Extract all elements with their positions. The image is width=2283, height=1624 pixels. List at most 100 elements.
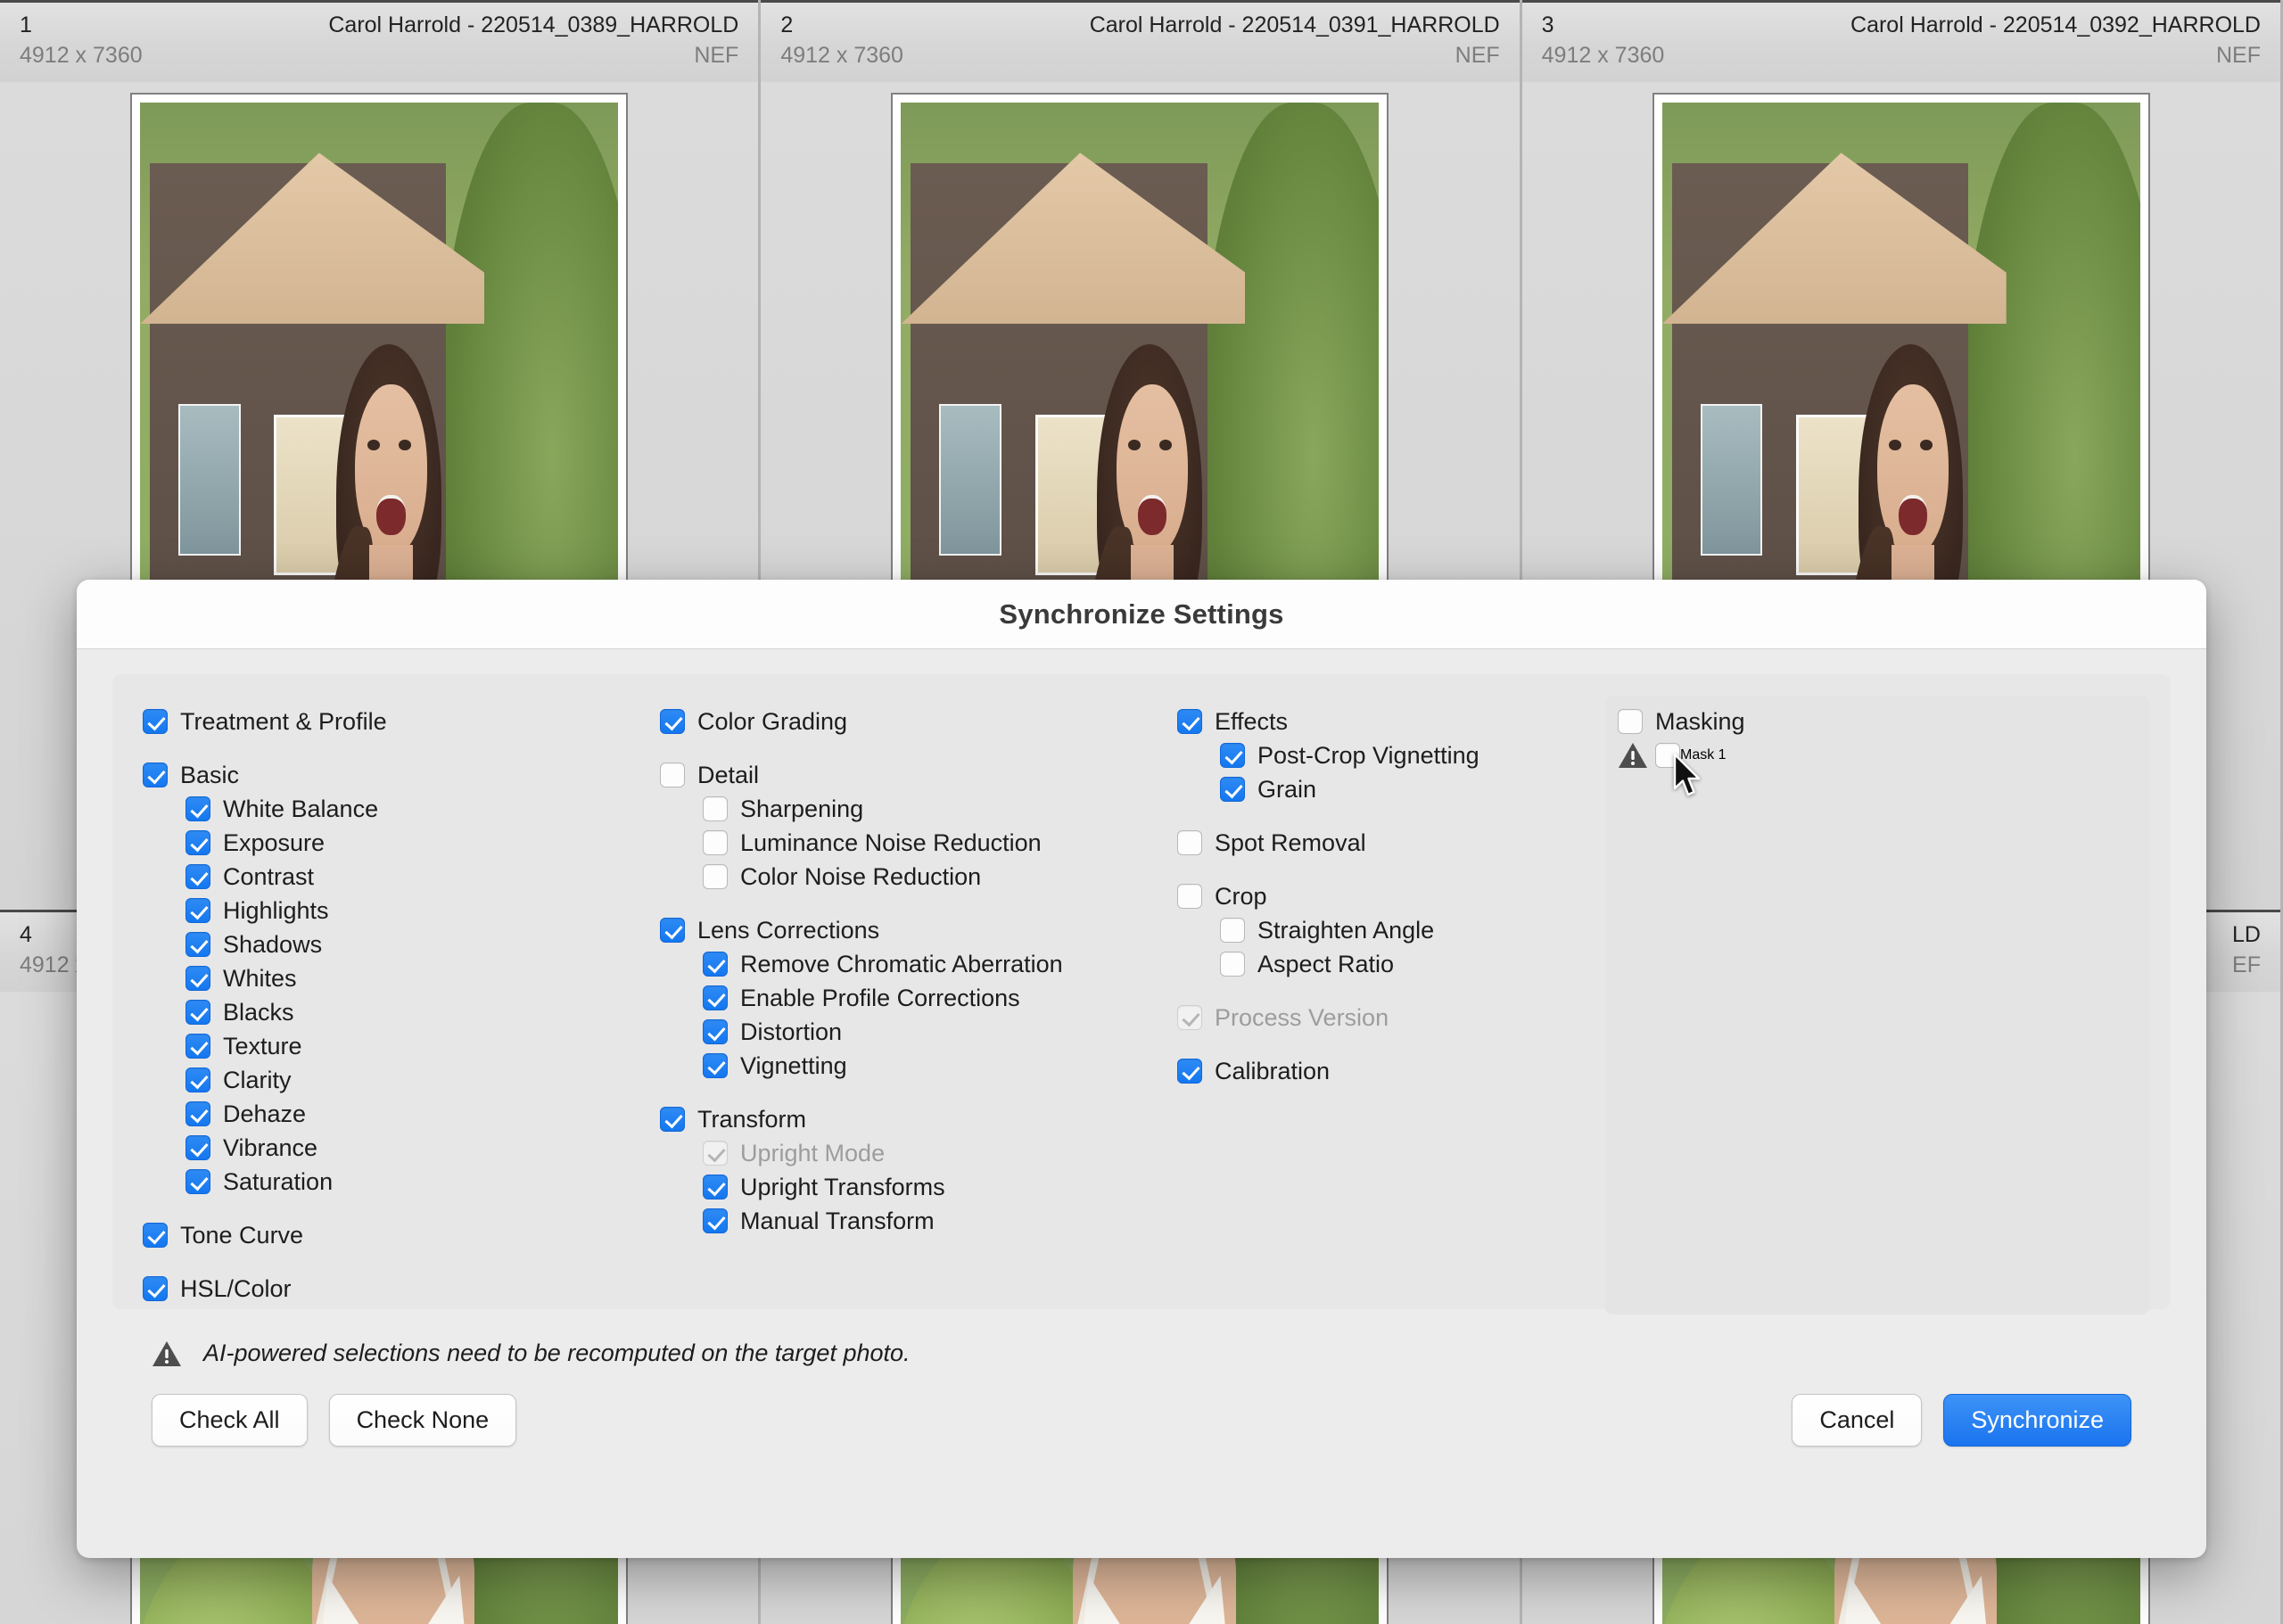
checkbox-row-basic[interactable]: Basic [143, 758, 660, 792]
checkbox-row-manual-transform[interactable]: Manual Transform [660, 1204, 1177, 1238]
checkbox-row-saturation[interactable]: Saturation [143, 1165, 660, 1199]
checkbox-row-white-balance[interactable]: White Balance [143, 792, 660, 826]
checkbox-row-vibrance[interactable]: Vibrance [143, 1131, 660, 1165]
checkbox-enable-profile-corrections[interactable] [703, 985, 728, 1010]
checkbox-color-grading[interactable] [660, 709, 685, 734]
checkbox-sharpening[interactable] [703, 796, 728, 821]
checkbox-row-enable-profile-corrections[interactable]: Enable Profile Corrections [660, 981, 1177, 1015]
checkbox-row-shadows[interactable]: Shadows [143, 927, 660, 961]
checkbox-treatment-profile[interactable] [143, 709, 168, 734]
check-all-button[interactable]: Check All [152, 1394, 308, 1447]
checkbox-label: Color Grading [697, 707, 848, 735]
checkbox-dehaze[interactable] [185, 1101, 210, 1126]
checkbox-post-crop-vignetting[interactable] [1220, 743, 1245, 768]
checkbox-row-contrast[interactable]: Contrast [143, 860, 660, 894]
photo-title: Carol Harrold - 220514_0389_HARROLD [328, 12, 739, 37]
checkbox-row-detail[interactable]: Detail [660, 758, 1177, 792]
checkbox-row-effects[interactable]: Effects [1177, 705, 1605, 738]
checkbox-row-spot-removal[interactable]: Spot Removal [1177, 826, 1605, 860]
checkbox-row-transform[interactable]: Transform [660, 1102, 1177, 1136]
checkbox-row-highlights[interactable]: Highlights [143, 894, 660, 927]
checkbox-row-masking[interactable]: Masking [1618, 705, 2140, 738]
checkbox-row-mask-1[interactable]: Mask 1 [1618, 738, 2140, 772]
synchronize-button[interactable]: Synchronize [1943, 1394, 2131, 1447]
checkbox-texture[interactable] [185, 1034, 210, 1059]
checkbox-label: Lens Corrections [697, 916, 880, 944]
checkbox-basic[interactable] [143, 763, 168, 787]
checkbox-label: Remove Chromatic Aberration [740, 950, 1063, 977]
checkbox-row-dehaze[interactable]: Dehaze [143, 1097, 660, 1131]
checkbox-row-whites[interactable]: Whites [143, 961, 660, 995]
checkbox-hsl-color[interactable] [143, 1276, 168, 1301]
checkbox-row-color-grading[interactable]: Color Grading [660, 705, 1177, 738]
checkbox-grain[interactable] [1220, 777, 1245, 802]
checkbox-lens-corrections[interactable] [660, 918, 685, 943]
checkbox-row-aspect-ratio[interactable]: Aspect Ratio [1177, 947, 1605, 981]
checkbox-row-treatment-profile[interactable]: Treatment & Profile [143, 705, 660, 738]
photo-cell-header: 2 Carol Harrold - 220514_0391_HARROLD 49… [761, 0, 1520, 82]
dialog-button-bar: Check All Check None Cancel Synchronize [112, 1367, 2171, 1447]
checkbox-saturation[interactable] [185, 1169, 210, 1194]
checkbox-row-sharpening[interactable]: Sharpening [660, 792, 1177, 826]
checkbox-exposure[interactable] [185, 830, 210, 855]
checkbox-label: Whites [223, 964, 297, 992]
checkbox-row-crop[interactable]: Crop [1177, 879, 1605, 913]
photo-index: 4 [20, 922, 32, 947]
checkbox-spot-removal[interactable] [1177, 830, 1202, 855]
checkbox-row-distortion[interactable]: Distortion [660, 1015, 1177, 1049]
checkbox-remove-chromatic-aberration[interactable] [703, 952, 728, 977]
checkbox-whites[interactable] [185, 966, 210, 991]
checkbox-blacks[interactable] [185, 1000, 210, 1025]
checkbox-label: Upright Transforms [740, 1173, 945, 1200]
checkbox-luminance-noise-reduction[interactable] [703, 830, 728, 855]
settings-options-panel: Treatment & Profile Basic White Balance Exp… [112, 674, 2171, 1315]
checkbox-shadows[interactable] [185, 932, 210, 957]
checkbox-row-tone-curve[interactable]: Tone Curve [143, 1218, 660, 1252]
check-none-button[interactable]: Check None [328, 1394, 517, 1447]
synchronize-settings-dialog: Synchronize Settings Treatment & Profile… [77, 580, 2206, 1558]
checkbox-white-balance[interactable] [185, 796, 210, 821]
checkbox-row-lens-corrections[interactable]: Lens Corrections [660, 913, 1177, 947]
checkbox-label: Blacks [223, 998, 294, 1026]
checkbox-detail[interactable] [660, 763, 685, 787]
checkbox-mask-1[interactable] [1655, 743, 1680, 768]
checkbox-straighten-angle[interactable] [1220, 918, 1245, 943]
cancel-button[interactable]: Cancel [1792, 1394, 1923, 1447]
checkbox-row-straighten-angle[interactable]: Straighten Angle [1177, 913, 1605, 947]
checkbox-aspect-ratio[interactable] [1220, 952, 1245, 977]
checkbox-vignetting[interactable] [703, 1053, 728, 1078]
checkbox-label: HSL/Color [180, 1274, 292, 1302]
checkbox-distortion[interactable] [703, 1019, 728, 1044]
checkbox-row-upright-mode: Upright Mode [660, 1136, 1177, 1170]
checkbox-highlights[interactable] [185, 898, 210, 923]
checkbox-row-blacks[interactable]: Blacks [143, 995, 660, 1029]
checkbox-calibration[interactable] [1177, 1059, 1202, 1084]
checkbox-color-noise-reduction[interactable] [703, 864, 728, 889]
checkbox-row-calibration[interactable]: Calibration [1177, 1054, 1605, 1088]
checkbox-contrast[interactable] [185, 864, 210, 889]
checkbox-row-exposure[interactable]: Exposure [143, 826, 660, 860]
checkbox-clarity[interactable] [185, 1068, 210, 1092]
checkbox-label: Post-Crop Vignetting [1257, 741, 1479, 769]
checkbox-vibrance[interactable] [185, 1135, 210, 1160]
checkbox-transform[interactable] [660, 1107, 685, 1132]
checkbox-row-texture[interactable]: Texture [143, 1029, 660, 1063]
photo-title: Carol Harrold - 220514_0391_HARROLD [1089, 12, 1500, 37]
checkbox-row-clarity[interactable]: Clarity [143, 1063, 660, 1097]
checkbox-row-luminance-noise-reduction[interactable]: Luminance Noise Reduction [660, 826, 1177, 860]
checkbox-tone-curve[interactable] [143, 1223, 168, 1248]
checkbox-manual-transform[interactable] [703, 1208, 728, 1233]
checkbox-row-color-noise-reduction[interactable]: Color Noise Reduction [660, 860, 1177, 894]
checkbox-process-version [1177, 1005, 1202, 1030]
checkbox-row-hsl-color[interactable]: HSL/Color [143, 1272, 660, 1306]
checkbox-crop[interactable] [1177, 884, 1202, 909]
checkbox-upright-transforms[interactable] [703, 1175, 728, 1199]
checkbox-row-post-crop-vignetting[interactable]: Post-Crop Vignetting [1177, 738, 1605, 772]
checkbox-label: Manual Transform [740, 1207, 935, 1234]
checkbox-effects[interactable] [1177, 709, 1202, 734]
checkbox-row-grain[interactable]: Grain [1177, 772, 1605, 806]
checkbox-row-remove-chromatic-aberration[interactable]: Remove Chromatic Aberration [660, 947, 1177, 981]
checkbox-row-upright-transforms[interactable]: Upright Transforms [660, 1170, 1177, 1204]
checkbox-masking[interactable] [1618, 709, 1643, 734]
checkbox-row-vignetting[interactable]: Vignetting [660, 1049, 1177, 1083]
